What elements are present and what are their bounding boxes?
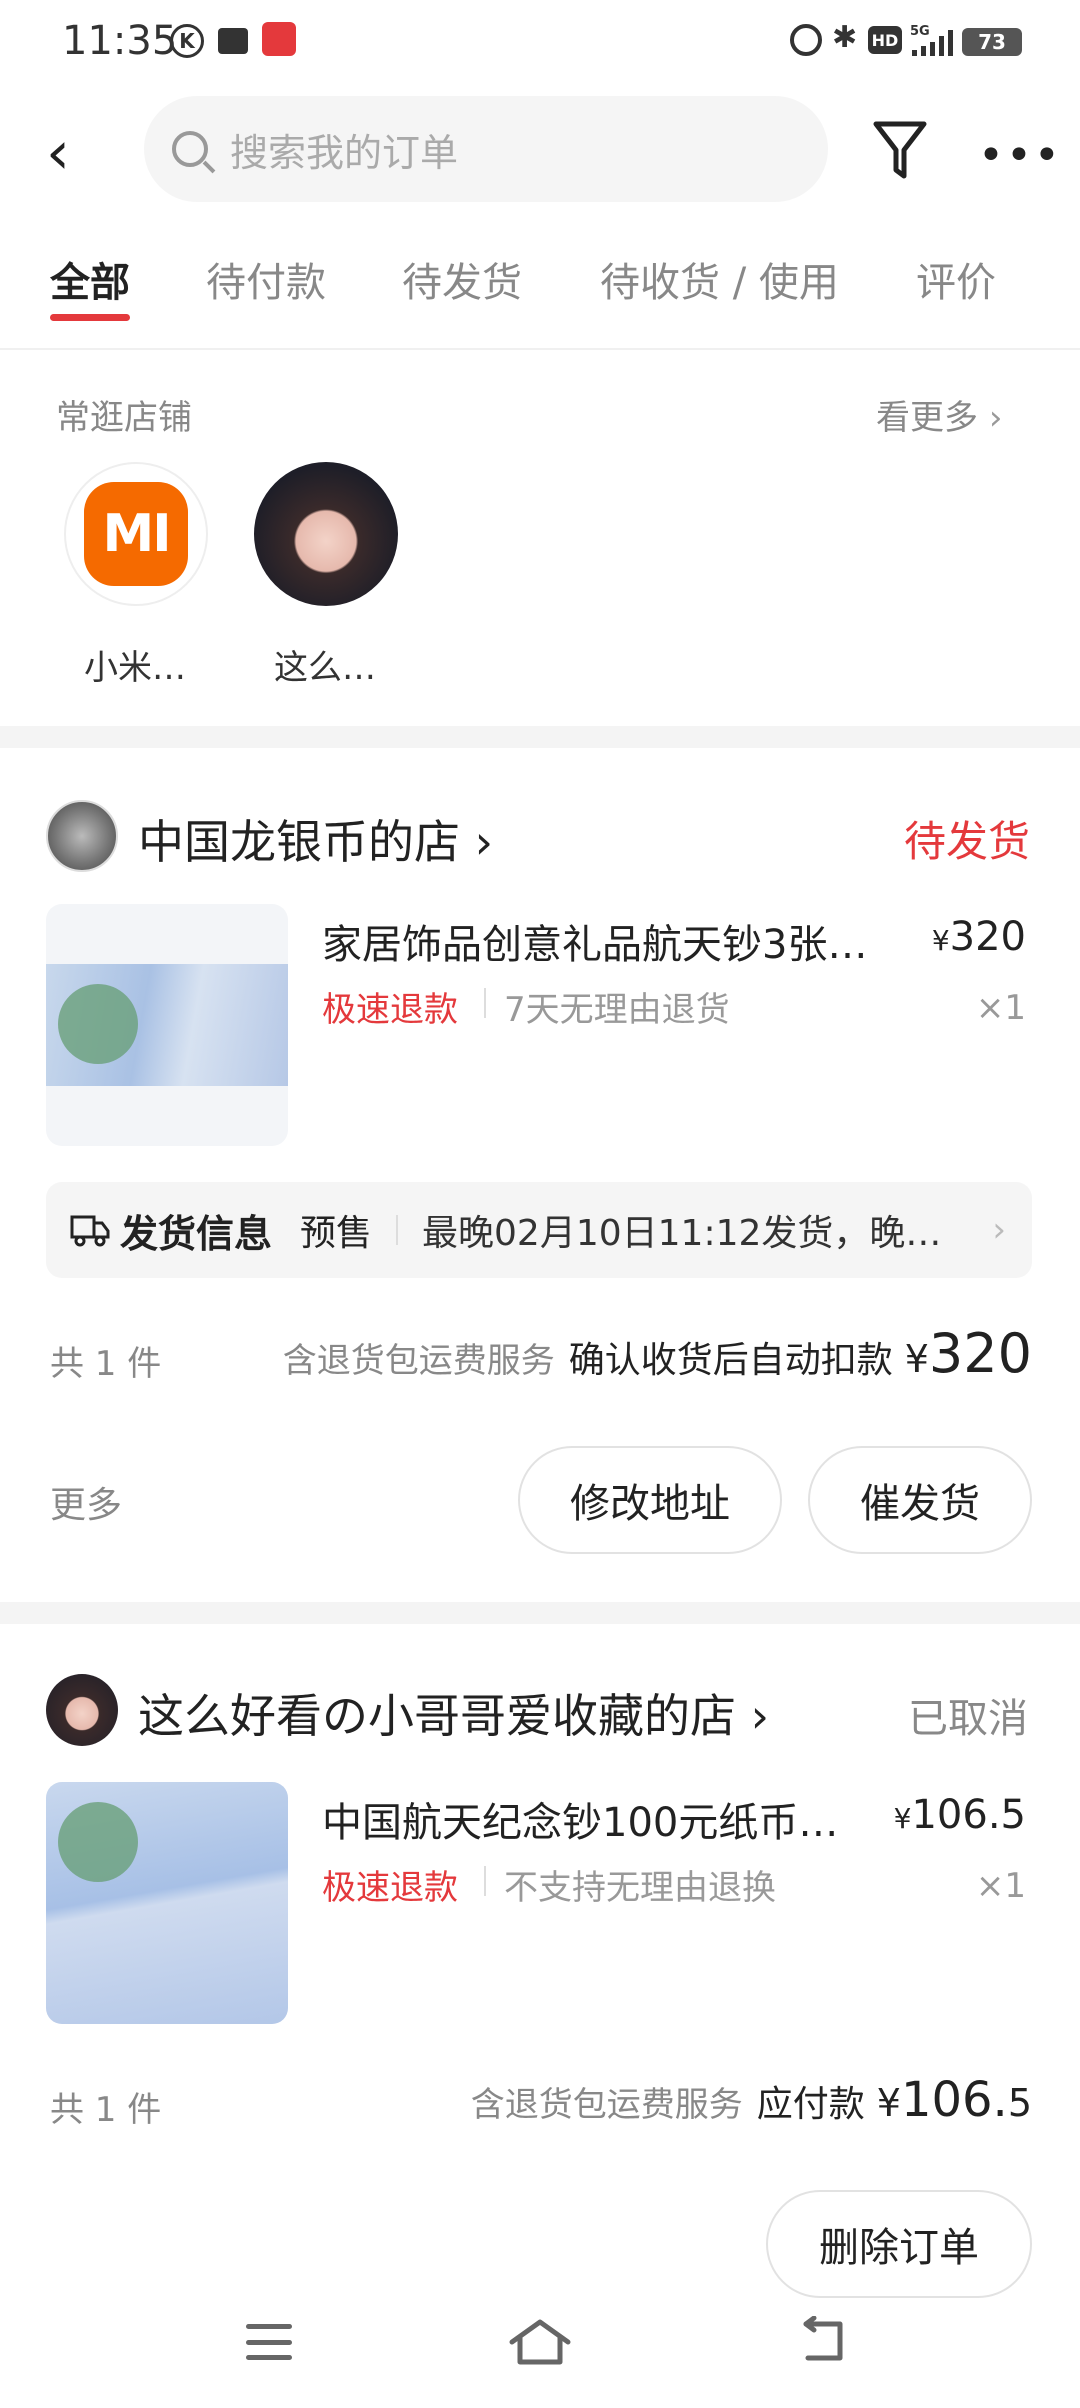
back-arrow-icon[interactable]: ‹	[46, 118, 96, 188]
payment-label: 确认收货后自动扣款	[568, 1340, 893, 1381]
bluetooth-icon: ✱	[832, 20, 858, 55]
divider	[0, 348, 1080, 350]
alarm-icon	[790, 24, 822, 56]
store-avatar-xiaomi[interactable]: MI	[64, 462, 208, 606]
see-more-label: 看更多	[876, 398, 978, 438]
price-value: 106.5	[911, 1792, 1026, 1838]
order-list-screen: 11:35 K ✱ HD 5G 73 ‹ 搜索我的订单 ••• 全部 待付款 待…	[0, 0, 1080, 2408]
tab-pending-payment[interactable]: 待付款	[206, 250, 326, 308]
modify-address-button[interactable]: 修改地址	[518, 1446, 782, 1554]
recent-apps-icon[interactable]	[246, 2324, 292, 2360]
product-thumbnail[interactable]	[46, 1782, 288, 2024]
tab-pending-shipment[interactable]: 待发货	[402, 250, 522, 308]
urge-shipment-button[interactable]: 催发货	[808, 1446, 1032, 1554]
frequent-stores-title: 常逛店铺	[56, 398, 192, 438]
store-name-collector: 这么…	[274, 648, 376, 688]
shipping-service-note: 含退货包运费服务	[282, 1341, 555, 1381]
order-status: 已取消	[908, 1696, 1028, 1742]
shop-name-link[interactable]: 中国龙银币的店 ›	[138, 806, 493, 872]
red-app-icon	[262, 22, 296, 56]
store-name-xiaomi: 小米…	[84, 648, 186, 688]
back-nav-icon[interactable]	[800, 2316, 848, 2364]
tab-review[interactable]: 评价	[916, 250, 996, 308]
order-total: 含退货包运费服务 应付款 ¥ 106. 5	[272, 2072, 1032, 2128]
price-value: 320	[949, 914, 1026, 960]
price-currency: ¥	[893, 1802, 912, 1835]
search-icon	[172, 131, 208, 167]
shop-name: 这么好看の小哥哥爱收藏的店	[138, 1689, 736, 1743]
product-title[interactable]: 家居饰品创意礼品航天钞3张…	[322, 912, 892, 970]
product-thumbnail[interactable]	[46, 904, 288, 1146]
product-title[interactable]: 中国航天纪念钞100元纸币…	[322, 1790, 862, 1848]
more-icon[interactable]: •••	[978, 130, 1062, 181]
item-count: 共 1 件	[50, 2090, 162, 2130]
shipping-info-bar[interactable]: 发货信息 预售 最晚02月10日11:12发货，晚… ›	[46, 1182, 1032, 1278]
tag-separator	[484, 1866, 486, 1896]
book-app-icon	[218, 28, 248, 54]
chevron-right-icon: ›	[460, 815, 494, 869]
chevron-right-icon: ›	[992, 1210, 1006, 1250]
tab-pending-receipt[interactable]: 待收货 / 使用	[600, 250, 839, 308]
signal-5g-icon: 5G	[910, 24, 953, 56]
truck-icon	[70, 1215, 110, 1247]
see-more-link[interactable]: 看更多 ›	[876, 390, 1002, 439]
banknote-image	[46, 964, 288, 1086]
status-time: 11:35	[62, 18, 178, 64]
battery-icon: 73	[962, 28, 1022, 56]
active-tab-indicator	[50, 314, 130, 321]
chevron-right-icon: ›	[988, 398, 1003, 438]
payment-label: 应付款	[756, 2084, 865, 2125]
banknote-image	[46, 1782, 288, 2024]
total-currency: ¥	[904, 1337, 929, 1381]
total-currency: ¥	[876, 2081, 901, 2125]
shop-name-link[interactable]: 这么好看の小哥哥爱收藏的店 ›	[138, 1680, 769, 1746]
return-policy-tag: 7天无理由退货	[504, 990, 730, 1030]
return-policy-tag: 不支持无理由退换	[504, 1868, 776, 1908]
delete-order-button[interactable]: 删除订单	[766, 2190, 1032, 2298]
price-currency: ¥	[931, 924, 950, 957]
shipping-label: 发货信息	[120, 1211, 273, 1256]
shop-avatar[interactable]	[46, 800, 118, 872]
fast-refund-tag: 极速退款	[322, 1868, 458, 1908]
more-link[interactable]: 更多	[50, 1476, 122, 1528]
order-status: 待发货	[904, 817, 1031, 866]
total-amount: 320	[928, 1322, 1032, 1385]
order-total: 含退货包运费服务 确认收货后自动扣款 ¥ 320	[272, 1322, 1032, 1385]
total-amount-int: 106.	[900, 2072, 1008, 2128]
tag-separator	[484, 988, 486, 1018]
chevron-right-icon: ›	[736, 1689, 770, 1743]
shop-avatar[interactable]	[46, 1674, 118, 1746]
total-amount-dec: 5	[1007, 2081, 1032, 2125]
filter-icon[interactable]	[872, 118, 928, 184]
tab-all[interactable]: 全部	[50, 250, 130, 308]
section-gap	[0, 726, 1080, 748]
home-icon[interactable]	[508, 2316, 572, 2368]
section-gap	[0, 1602, 1080, 1624]
signal-label: 5G	[910, 24, 930, 39]
item-count: 共 1 件	[50, 1344, 162, 1384]
search-placeholder: 搜索我的订单	[230, 130, 459, 175]
search-input[interactable]: 搜索我的订单	[144, 96, 828, 202]
xiaomi-logo-icon: MI	[84, 482, 188, 586]
store-avatar-collector[interactable]	[254, 462, 398, 606]
k-app-icon: K	[170, 24, 204, 58]
shipping-service-note: 含退货包运费服务	[470, 2085, 743, 2125]
shipping-detail: 最晚02月10日11:12发货，晚…	[422, 1213, 942, 1254]
product-qty: ×1	[975, 988, 1026, 1028]
product-price: ¥320	[900, 914, 1026, 960]
product-price: ¥106.5	[880, 1792, 1026, 1838]
presale-label: 预售	[300, 1213, 373, 1254]
fast-refund-tag: 极速退款	[322, 990, 458, 1030]
shop-name: 中国龙银币的店	[138, 815, 460, 869]
product-qty: ×1	[975, 1866, 1026, 1906]
hd-icon: HD	[868, 26, 902, 54]
tag-separator	[396, 1215, 399, 1245]
